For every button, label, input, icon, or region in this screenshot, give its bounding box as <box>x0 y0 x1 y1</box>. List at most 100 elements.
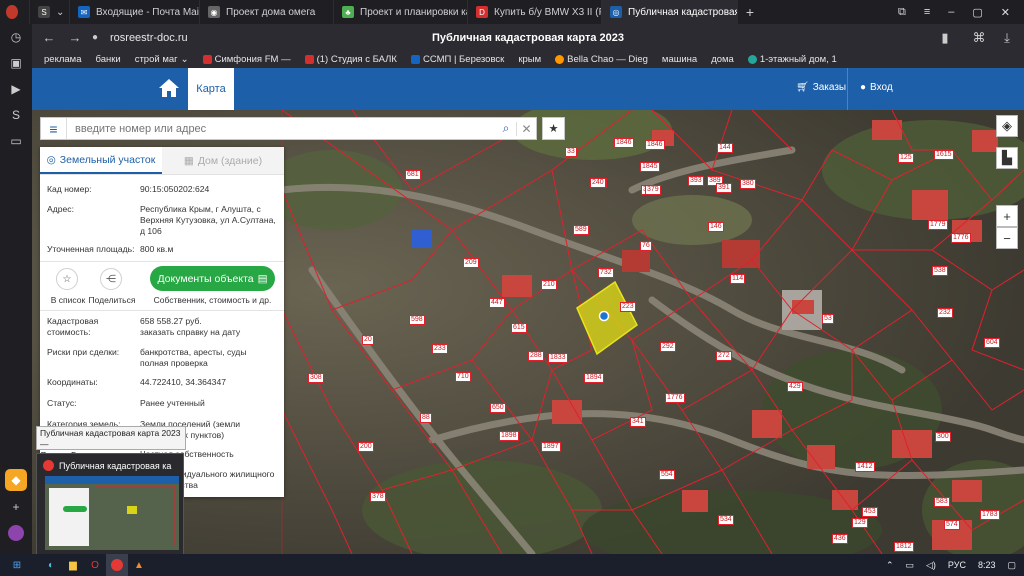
parcel-number-label: 615 <box>511 323 527 333</box>
parcel-number-label: 146 <box>708 222 724 232</box>
tab-mail[interactable]: ✉ Входящие - Почта Mail.ru <box>70 0 200 24</box>
bookmark-folder[interactable]: строй маг ⌄ <box>135 54 189 65</box>
volume-icon[interactable]: ◁) <box>926 560 936 571</box>
parcel-number-label: 1812 <box>894 542 914 552</box>
bookmark-link[interactable]: 1-этажный дом, 1 <box>747 54 837 65</box>
collections-icon[interactable]: ▣ <box>0 50 32 76</box>
opera-icon[interactable]: O <box>84 554 106 576</box>
bookmark-link[interactable]: ССМП | Березовск <box>410 54 504 65</box>
tab-plans[interactable]: ♣ Проект и планировки кар <box>334 0 468 24</box>
layers-button[interactable]: ◈ <box>996 115 1018 137</box>
alice-icon[interactable] <box>0 520 32 546</box>
browser-tab-bar: S ⌄ ✉ Входящие - Почта Mail.ru ◉ Проект … <box>0 0 1024 24</box>
globe-icon: ◎ <box>610 6 622 18</box>
search-icon[interactable]: ⌕ <box>496 121 516 136</box>
back-icon[interactable]: ← <box>36 30 62 45</box>
chevron-up-icon[interactable]: ⌃ <box>886 560 894 571</box>
parcel-number-label: 380 <box>740 179 756 189</box>
bookmark-folder[interactable]: машина <box>662 54 697 65</box>
tab-group-button[interactable]: S ⌄ <box>30 0 70 24</box>
menu-icon[interactable]: ≡ <box>924 6 930 18</box>
bookmark-folder[interactable]: крым <box>518 54 541 65</box>
mail-icon: ✉ <box>78 6 90 18</box>
fullscreen-button[interactable]: ▙ <box>996 147 1018 169</box>
forward-icon[interactable]: → <box>62 30 88 45</box>
parcel-number-label: 574 <box>944 520 960 530</box>
yandex-icon <box>43 460 54 471</box>
orders-button[interactable]: 🛒︎ Заказы <box>796 82 846 93</box>
close-window-icon[interactable]: ✕ <box>1001 6 1010 19</box>
tabs-icon[interactable]: ⧉ <box>898 6 906 19</box>
parcel-number-label: 1894 <box>584 373 604 383</box>
bookmark-icon[interactable]: ▮ <box>932 30 958 46</box>
panel-tabs: ◎ Земельный участок ▦ Дом (здание) <box>40 147 284 175</box>
chevron-down-icon: ⌄ <box>180 54 189 65</box>
preview-image <box>45 476 179 550</box>
browser-profile-button[interactable] <box>0 0 30 24</box>
maximize-icon[interactable]: ▢ <box>972 6 982 19</box>
zen-icon[interactable]: ◆ <box>5 469 27 491</box>
zoom-in-button[interactable]: + <box>996 205 1018 227</box>
network-icon[interactable]: ▭ <box>905 560 914 571</box>
url-field[interactable]: rosreestr-doc.ru <box>110 32 188 44</box>
language-indicator[interactable]: РУС <box>948 560 966 570</box>
tab-land-plot[interactable]: ◎ Земельный участок <box>40 147 162 174</box>
object-documents-button[interactable]: Документы объекта ▤ <box>150 266 275 291</box>
bookmark-link[interactable]: (1) Студия с БАЛК <box>304 54 397 65</box>
cad-number-value[interactable]: 90:15:050202:624 <box>140 184 280 195</box>
lock-icon: ● <box>91 32 99 43</box>
plus-icon: + <box>1003 208 1011 224</box>
order-certificate-link[interactable]: заказать справку на дату <box>140 327 280 338</box>
parcel-number-label: 209 <box>463 258 479 268</box>
parcel-number-label: 1783 <box>980 510 1000 520</box>
translate-icon[interactable]: ⌘ <box>966 30 992 46</box>
parcel-number-label: 554 <box>659 470 675 480</box>
s-app-icon[interactable]: S <box>0 102 32 128</box>
drom-icon: D <box>476 6 488 18</box>
tab-building[interactable]: ▦ Дом (здание) <box>162 147 284 174</box>
save-to-list-button[interactable]: ☆ <box>56 268 78 290</box>
bookmark-folder[interactable]: реклама <box>44 54 81 65</box>
search-input[interactable] <box>67 118 496 139</box>
bookmark-folder[interactable]: дома <box>711 54 734 65</box>
share-button[interactable]: ⋲ <box>100 268 122 290</box>
clock[interactable]: 8:23 <box>978 560 996 570</box>
system-tray: ⌃ ▭ ◁) РУС 8:23 ▢ <box>886 554 1016 576</box>
tab-bmw[interactable]: D Купить б/у BMW X3 II (F25 <box>468 0 602 24</box>
bookmark-link[interactable]: Симфония FM — <box>202 54 291 65</box>
parcel-number-label: 598 <box>409 315 425 325</box>
tab-cadastral[interactable]: ◎ Публичная кадастровая к ✕ <box>602 0 738 24</box>
camera-icon: ◉ <box>208 6 220 18</box>
play-icon[interactable]: ▶ <box>0 76 32 102</box>
nav-tab-map[interactable]: Карта <box>188 68 234 110</box>
login-button[interactable]: ● Вход <box>860 82 893 93</box>
windows-start-icon[interactable]: ⊞ <box>6 554 28 576</box>
history-icon[interactable]: ◷ <box>0 24 32 50</box>
full-check-link[interactable]: полная проверка <box>140 358 280 369</box>
edge-icon[interactable]: ◐ <box>40 554 62 576</box>
add-panel-icon[interactable]: + <box>0 494 32 520</box>
parcel-number-label: 538 <box>932 266 948 276</box>
yandex-browser-icon[interactable] <box>106 554 128 576</box>
bookmark-folder[interactable]: банки <box>95 54 120 65</box>
parcel-number-label: 223 <box>620 302 636 312</box>
favorite-star-button[interactable]: ★ <box>542 117 565 140</box>
download-icon[interactable]: ⤓ <box>994 30 1020 46</box>
folder-icon[interactable]: ▆ <box>62 554 84 576</box>
screen-icon[interactable]: ▭ <box>0 128 32 154</box>
site-header: Карта 🛒︎ Заказы ● Вход <box>32 68 1024 110</box>
minimize-icon[interactable]: – <box>948 6 954 18</box>
new-tab-button[interactable]: + <box>738 0 762 24</box>
tab-omega[interactable]: ◉ Проект дома омега <box>200 0 334 24</box>
media-player-icon[interactable]: ▲ <box>128 554 150 576</box>
taskbar-window-preview[interactable]: Публичная кадастровая ка <box>36 453 184 555</box>
notifications-icon[interactable]: ▢ <box>1007 560 1016 571</box>
home-icon[interactable] <box>158 78 180 98</box>
clear-icon[interactable]: ✕ <box>516 121 536 136</box>
parcel-number-label: 240 <box>590 178 606 188</box>
zoom-out-button[interactable]: − <box>996 227 1018 249</box>
menu-icon[interactable]: ≡ <box>41 118 67 139</box>
parcel-number-label: 272 <box>716 351 732 361</box>
parcel-number-label: 125 <box>898 153 914 163</box>
bookmark-link[interactable]: Bella Chao — Dieg <box>555 54 648 65</box>
